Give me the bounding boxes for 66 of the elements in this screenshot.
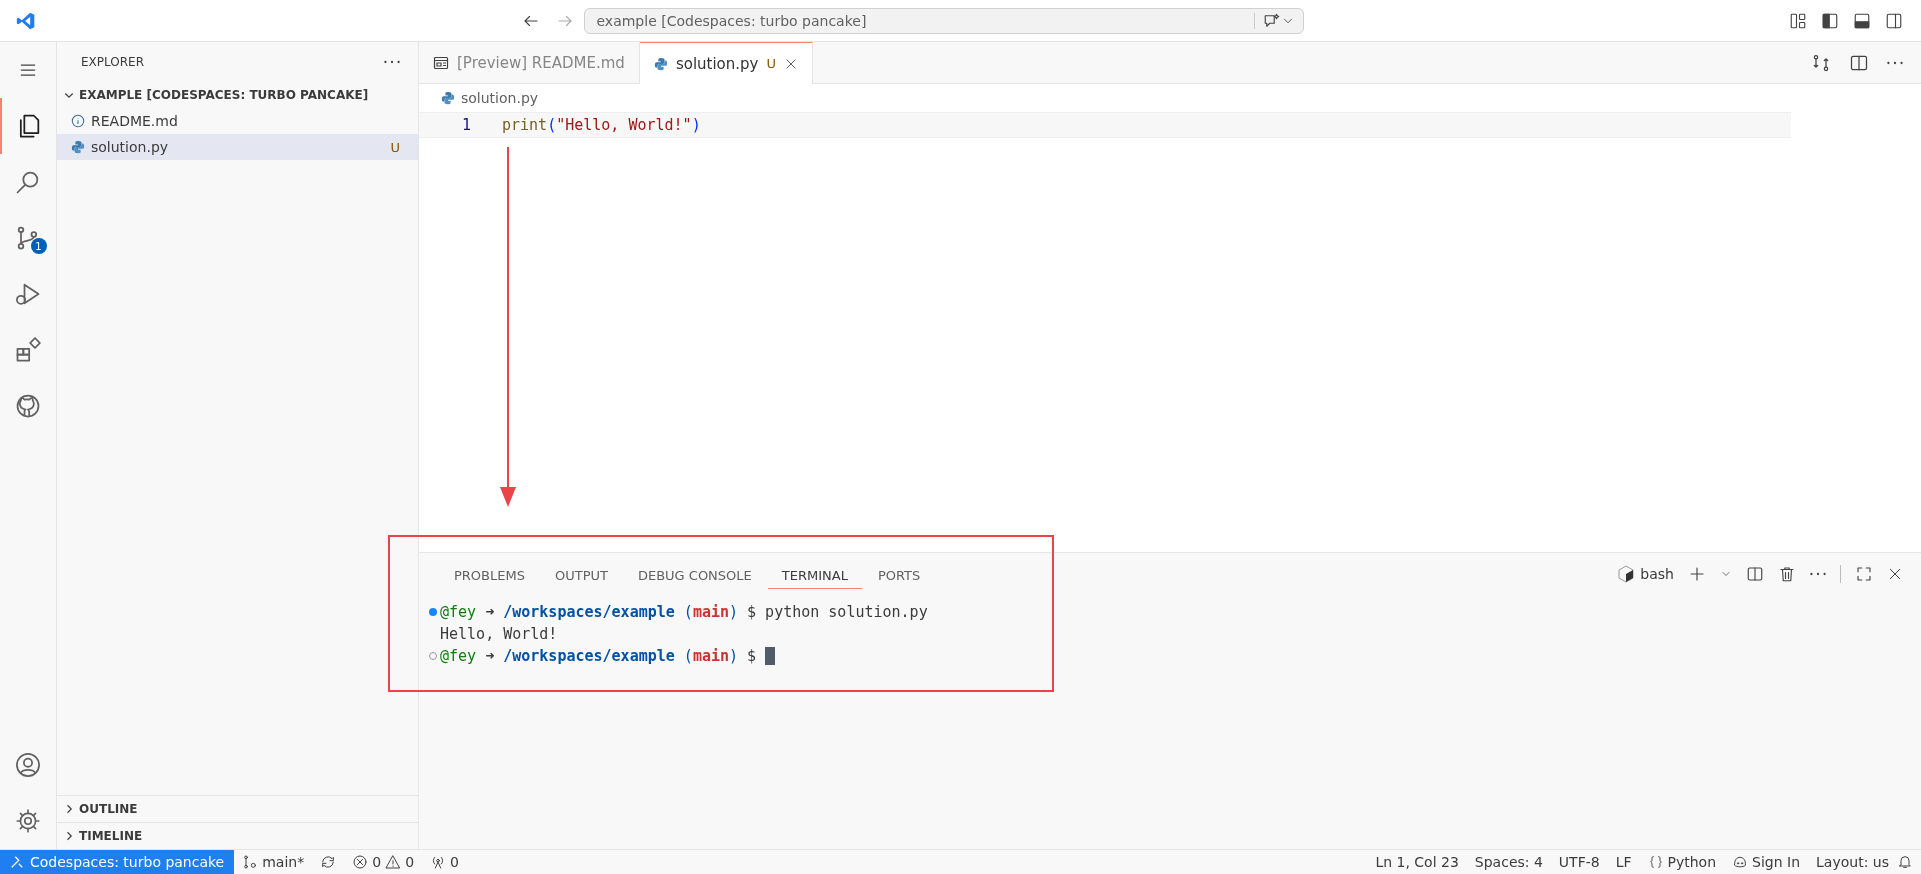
- warning-icon: [385, 854, 402, 870]
- git-status: U: [390, 139, 400, 155]
- branch-icon: [242, 854, 259, 870]
- more-actions-icon[interactable]: [1810, 572, 1826, 576]
- python-icon: [441, 91, 455, 105]
- more-actions-icon[interactable]: [1887, 60, 1903, 65]
- breadcrumb[interactable]: solution.py: [461, 90, 539, 106]
- terminal-line: Hello, World!: [440, 625, 558, 643]
- github-icon: [14, 392, 42, 420]
- preview-icon: [433, 55, 449, 71]
- remote-indicator[interactable]: Codespaces: turbo pancake: [0, 850, 235, 874]
- more-actions-icon[interactable]: [384, 60, 400, 64]
- compare-changes-icon: [1811, 52, 1831, 73]
- status-item[interactable]: Python: [1639, 854, 1725, 870]
- status-item[interactable]: Ln 1, Col 23: [1367, 854, 1467, 870]
- sidebar-title: EXPLORER: [81, 55, 145, 69]
- status-item[interactable]: LF: [1607, 854, 1640, 870]
- editor-tab[interactable]: solution.py U: [639, 42, 813, 84]
- terminal-line: @fey ➜ /workspaces/example (main) $: [440, 647, 758, 665]
- code-line: print("Hello, World!"): [502, 116, 701, 134]
- split-terminal-icon: [1746, 565, 1764, 583]
- panel-tab[interactable]: TERMINAL: [767, 559, 862, 589]
- panel-tab[interactable]: PROBLEMS: [440, 559, 539, 589]
- folder-header[interactable]: EXAMPLE [CODESPACES: TURBO PANCAKE]: [57, 82, 418, 108]
- layout-icon: [1789, 11, 1807, 30]
- settings-icon: [15, 808, 41, 834]
- notification-bell-icon: [1897, 854, 1913, 870]
- extensions-icon: [14, 336, 42, 364]
- activity-bar-item[interactable]: 1: [0, 210, 57, 266]
- sync-icon: [320, 854, 337, 870]
- python-icon: [653, 56, 668, 71]
- trash-icon: [1778, 565, 1796, 583]
- file-item[interactable]: README.md: [57, 108, 418, 134]
- status-item[interactable]: Sign In: [1724, 854, 1809, 870]
- line-number: 1: [460, 116, 471, 134]
- status-item[interactable]: Spaces: 4: [1466, 854, 1551, 870]
- file-item[interactable]: solution.py U: [57, 134, 418, 160]
- toggle-sidebar-icon: [1821, 11, 1839, 30]
- copilot-icon: [1732, 854, 1749, 870]
- chat-sparkle-icon: [1262, 11, 1281, 30]
- info-icon: [71, 114, 85, 128]
- close-icon: [784, 56, 798, 71]
- toggle-secondary-sidebar-icon: [1885, 11, 1903, 30]
- terminal-cube-icon: [1618, 565, 1635, 583]
- branch-indicator[interactable]: main*: [234, 854, 313, 870]
- terminal-line: @fey ➜ /workspaces/example (main) $ python solution.py: [440, 603, 928, 621]
- panel-tab[interactable]: OUTPUT: [540, 559, 622, 589]
- section-header[interactable]: OUTLINE: [57, 795, 418, 822]
- command-center[interactable]: example [Codespaces: turbo pancake]: [583, 7, 1304, 34]
- ports-indicator[interactable]: 0: [422, 854, 467, 870]
- close-icon: [1887, 566, 1903, 582]
- panel-tab[interactable]: DEBUG CONSOLE: [623, 559, 766, 589]
- problems-indicator[interactable]: 0 0: [344, 854, 423, 870]
- panel-tab[interactable]: PORTS: [863, 559, 935, 589]
- notification-badge: 1: [30, 238, 47, 254]
- maximize-icon: [1855, 565, 1873, 583]
- braces-icon: [1647, 854, 1664, 870]
- terminal-selector[interactable]: bash: [1618, 565, 1674, 583]
- account-icon: [14, 751, 42, 779]
- new-terminal-icon: [1688, 565, 1706, 583]
- toggle-panel-icon: [1853, 11, 1871, 30]
- status-item[interactable]: UTF-8: [1550, 854, 1608, 870]
- status-item[interactable]: Layout: us: [1808, 854, 1897, 870]
- python-icon: [71, 140, 85, 154]
- app-logo-icon: [16, 10, 36, 31]
- error-icon: [352, 854, 369, 870]
